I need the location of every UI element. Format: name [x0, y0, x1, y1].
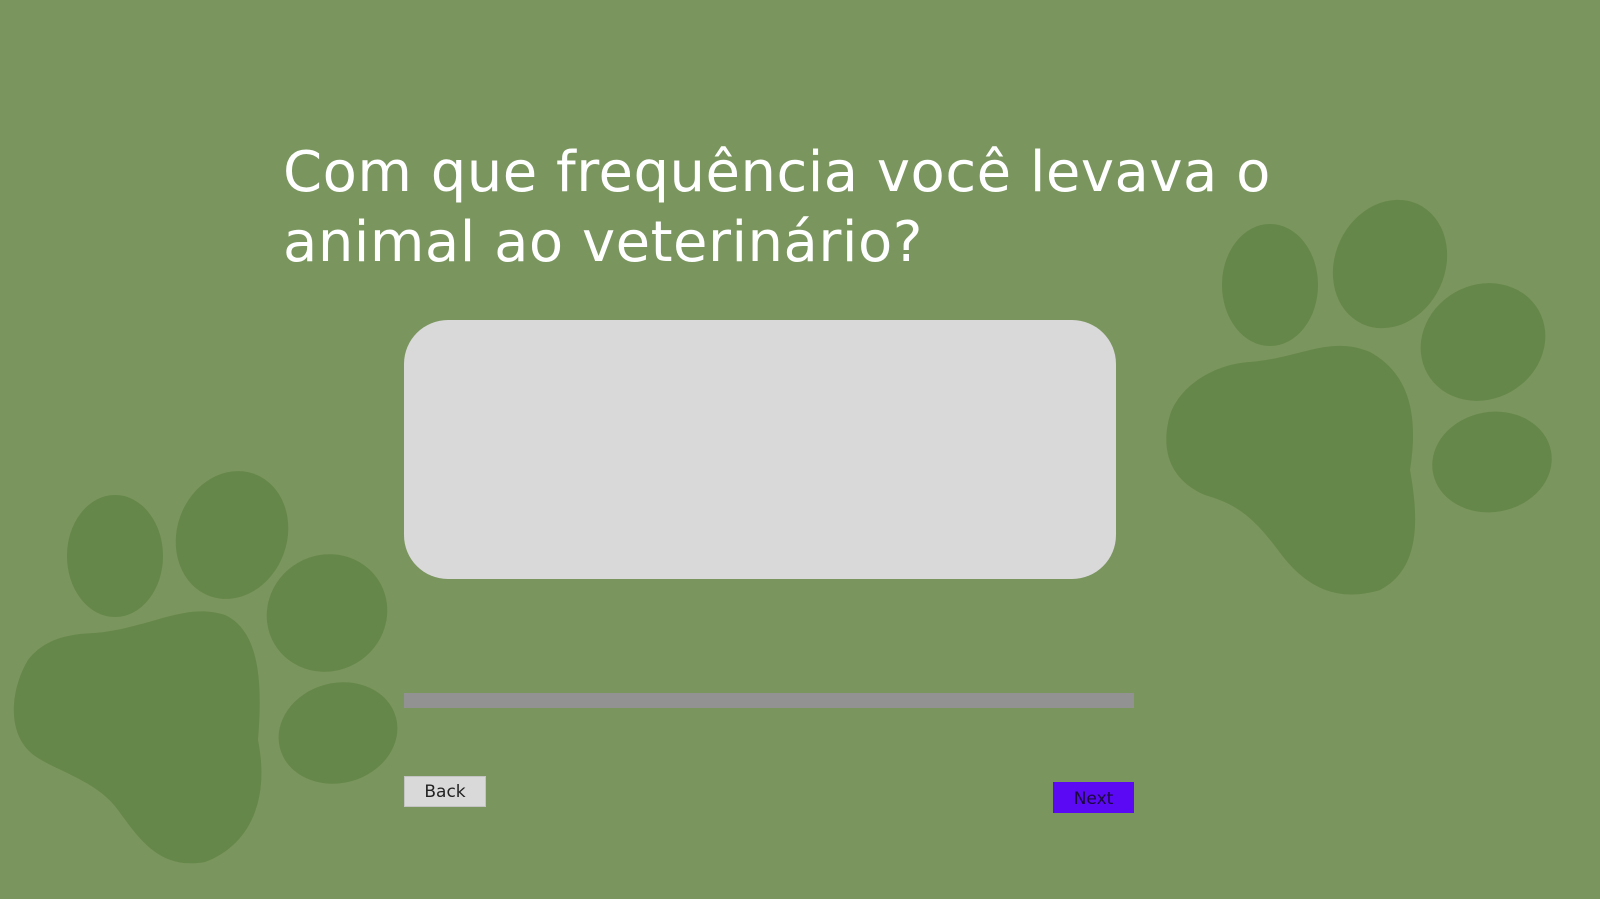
right-paw-pad [1166, 345, 1416, 595]
left-paw-toe-1 [67, 495, 163, 617]
left-paw-print-icon [13, 471, 398, 864]
question-title: Com que frequência você levava o animal … [283, 140, 1271, 275]
right-paw-toe-4 [1432, 411, 1552, 513]
left-paw-toe-2 [175, 471, 289, 599]
back-button[interactable]: Back [404, 776, 486, 807]
next-button[interactable]: Next [1053, 782, 1134, 813]
left-paw-pad [13, 611, 262, 864]
right-paw-toe-3 [1420, 283, 1546, 401]
answer-input[interactable] [404, 320, 1116, 579]
progress-bar-fill [404, 693, 1134, 708]
progress-bar [404, 693, 1134, 708]
left-paw-toe-3 [266, 554, 388, 672]
left-paw-toe-4 [278, 682, 398, 784]
